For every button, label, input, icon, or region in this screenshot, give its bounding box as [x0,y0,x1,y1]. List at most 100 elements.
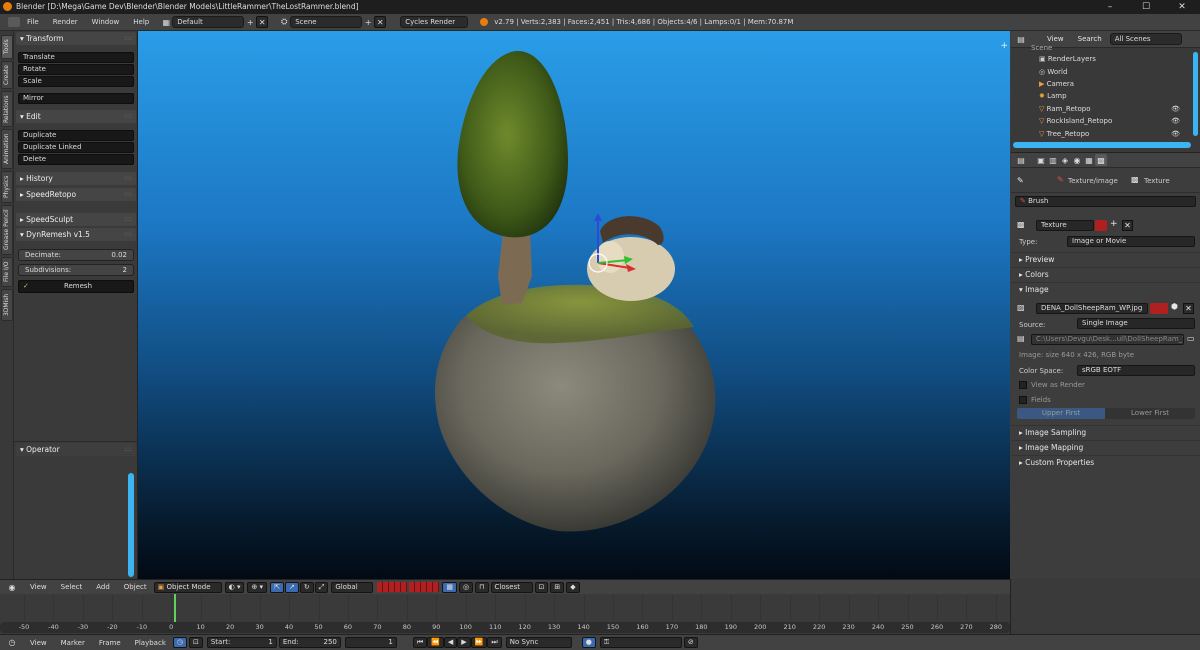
render-tab-icon[interactable]: ▣ [1035,154,1047,166]
add-layout-icon[interactable]: + [244,16,256,28]
folder-icon[interactable]: ▭ [1187,334,1195,343]
render-icon[interactable]: ◆ [566,581,580,593]
world-tab-icon[interactable]: ◉ [1071,154,1083,166]
mode-select[interactable]: ▣ Object Mode [153,581,222,593]
tab-animation[interactable]: Animation [1,129,13,169]
prev-keyframe-icon[interactable]: ⏪ [427,637,444,648]
filepath-field[interactable]: C:\Users\Devgu\Desk...ull\DollSheepRam_W… [1031,334,1184,345]
viewport-view-menu[interactable]: View [30,583,47,591]
history-panel-header[interactable]: ▸ History:::: [16,172,136,185]
menu-help[interactable]: Help [133,18,149,26]
outliner-vscroll[interactable] [1193,52,1198,136]
outliner-hscroll[interactable] [1013,142,1191,148]
fake-user-icon[interactable] [1095,220,1107,231]
snap-element-select[interactable]: Closest [490,581,533,593]
image-browse-icon[interactable]: ▨ [1017,303,1025,312]
texture-tab[interactable]: Texture [1144,177,1170,185]
operator-panel-header[interactable]: ▾ Operator:::: [16,443,136,456]
mirror-button[interactable]: Mirror [18,93,134,104]
colors-panel-header[interactable]: ▸ Colors [1011,267,1200,281]
outliner-item-tree-retopo[interactable]: ▽ Tree_Retopo 👁 [1011,128,1192,140]
viewport-object-menu[interactable]: Object [124,583,147,591]
outliner-item-renderlayers[interactable]: ▣ RenderLayers [1011,53,1192,65]
snap-target-icon[interactable]: ⊡ [534,581,549,593]
decimate-field[interactable]: Decimate: 0.02 [18,249,134,261]
image-pack-icon[interactable]: ⬢ [1171,302,1178,311]
source-select[interactable]: Single Image [1077,318,1195,329]
translate-manipulator-icon[interactable]: ↗ [284,581,299,593]
upper-first-button[interactable]: Upper First [1017,408,1105,419]
keyframe-insert-icon[interactable]: ⊘ [683,637,698,648]
preview-range-icon[interactable]: ◷ [172,637,187,648]
type-select[interactable]: Image or Movie [1067,236,1195,247]
speedsculpt-panel-header[interactable]: ▸ SpeedSculpt:::: [16,213,136,226]
outliner-item-lamp[interactable]: ✹ Lamp [1011,90,1192,102]
lock-range-icon[interactable]: ⊡ [188,637,203,648]
delete-button[interactable]: Delete [18,154,134,165]
tab-create[interactable]: Create [1,61,13,89]
outliner-item-ram-retopo[interactable]: ▽ Ram_Retopo 👁 [1011,103,1192,115]
shading-select[interactable]: ◐ ▾ [224,581,245,593]
visibility-eye-icon[interactable]: 👁 [1171,103,1180,115]
current-frame-line[interactable] [174,594,177,622]
texture-name-field[interactable]: Texture [1036,220,1094,231]
image-sampling-panel-header[interactable]: ▸ Image Sampling [1011,425,1200,439]
texture-tab-icon[interactable]: ▩ [1095,154,1107,166]
pin-icon[interactable]: ✎ [1017,176,1024,185]
dynremesh-panel-header[interactable]: ▾ DynRemesh v1.5:::: [16,228,136,241]
scene-field[interactable]: Scene [290,16,363,28]
pivot-select[interactable]: ⊕ ▾ [247,581,268,593]
3d-viewport[interactable]: + [138,31,1010,579]
translate-button[interactable]: Translate [18,52,134,63]
unlink-texture-icon[interactable]: ✕ [1122,220,1133,231]
tab-physics[interactable]: Physics [1,171,13,203]
jump-end-icon[interactable]: ⏭ [487,637,502,648]
keying-set-field[interactable]: ⚿ [599,637,682,648]
scale-button[interactable]: Scale [18,76,134,87]
view-as-render-checkbox[interactable] [1019,381,1027,389]
custom-properties-panel-header[interactable]: ▸ Custom Properties [1011,455,1200,469]
tab-grease-pencil[interactable]: Grease Pencil [1,205,13,255]
duplicate-linked-button[interactable]: Duplicate Linked [18,142,134,153]
layer-buttons-2[interactable] [409,582,440,592]
menu-file[interactable]: File [27,18,39,26]
object-tab-icon[interactable]: ▦ [1083,154,1095,166]
scale-manipulator-icon[interactable]: ⤢ [314,581,329,593]
tab-3dmish[interactable]: 3DMish [1,289,13,321]
operator-scrollbar[interactable] [128,473,134,577]
edit-panel-header[interactable]: ▾ Edit:::: [16,110,136,123]
image-name-field[interactable]: DENA_DollSheepRam_WP.jpg [1036,303,1148,314]
screen-layout-icon[interactable]: ▦ [160,16,172,28]
fields-label[interactable]: Fields [1031,396,1051,404]
tab-relations[interactable]: Relations [1,91,13,127]
editor-type-icon[interactable] [8,17,20,27]
speedretopo-panel-header[interactable]: ▸ SpeedRetopo:::: [16,188,136,201]
menu-render[interactable]: Render [53,18,78,26]
close-icon[interactable]: ✕ [1164,0,1200,14]
start-frame-field[interactable]: Start: 1 [206,637,277,648]
end-frame-field[interactable]: End: 250 [278,637,341,648]
auto-key-icon[interactable]: ● [581,637,596,648]
lower-first-button[interactable]: Lower First [1105,408,1195,419]
view-as-render-label[interactable]: View as Render [1031,381,1085,389]
timeline-frame-menu[interactable]: Frame [99,639,121,647]
color-space-select[interactable]: sRGB EOTF [1077,365,1195,376]
sync-select[interactable]: No Sync [505,637,572,648]
timeline-ruler[interactable]: -50 -40 -30 -20 -10 0 10 20 30 40 50 60 70 80 90 100 110… [0,622,1010,633]
proportional-edit-icon[interactable]: ◎ [458,581,474,593]
remesh-button[interactable]: ✓ Remesh [18,280,134,293]
next-keyframe-icon[interactable]: ⏩ [470,637,488,648]
manipulator-toggle[interactable]: ⇱ [270,581,284,593]
delete-layout-icon[interactable]: ✕ [256,16,269,28]
texture-image-tab[interactable]: Texture/image [1068,177,1118,185]
menu-window[interactable]: Window [92,18,120,26]
duplicate-button[interactable]: Duplicate [18,130,134,141]
scene-tab-icon[interactable]: ◈ [1059,154,1071,166]
tab-tools[interactable]: Tools [1,35,13,59]
fields-checkbox[interactable] [1019,396,1027,404]
rotate-manipulator-icon[interactable]: ↻ [299,581,314,593]
render-engine-select[interactable]: Cycles Render [400,16,469,28]
visibility-eye-icon[interactable]: 👁 [1171,128,1180,140]
add-scene-icon[interactable]: + [362,16,374,28]
outliner-item-rockisland-retopo[interactable]: ▽ RockIsland_Retopo 👁 [1011,115,1192,127]
